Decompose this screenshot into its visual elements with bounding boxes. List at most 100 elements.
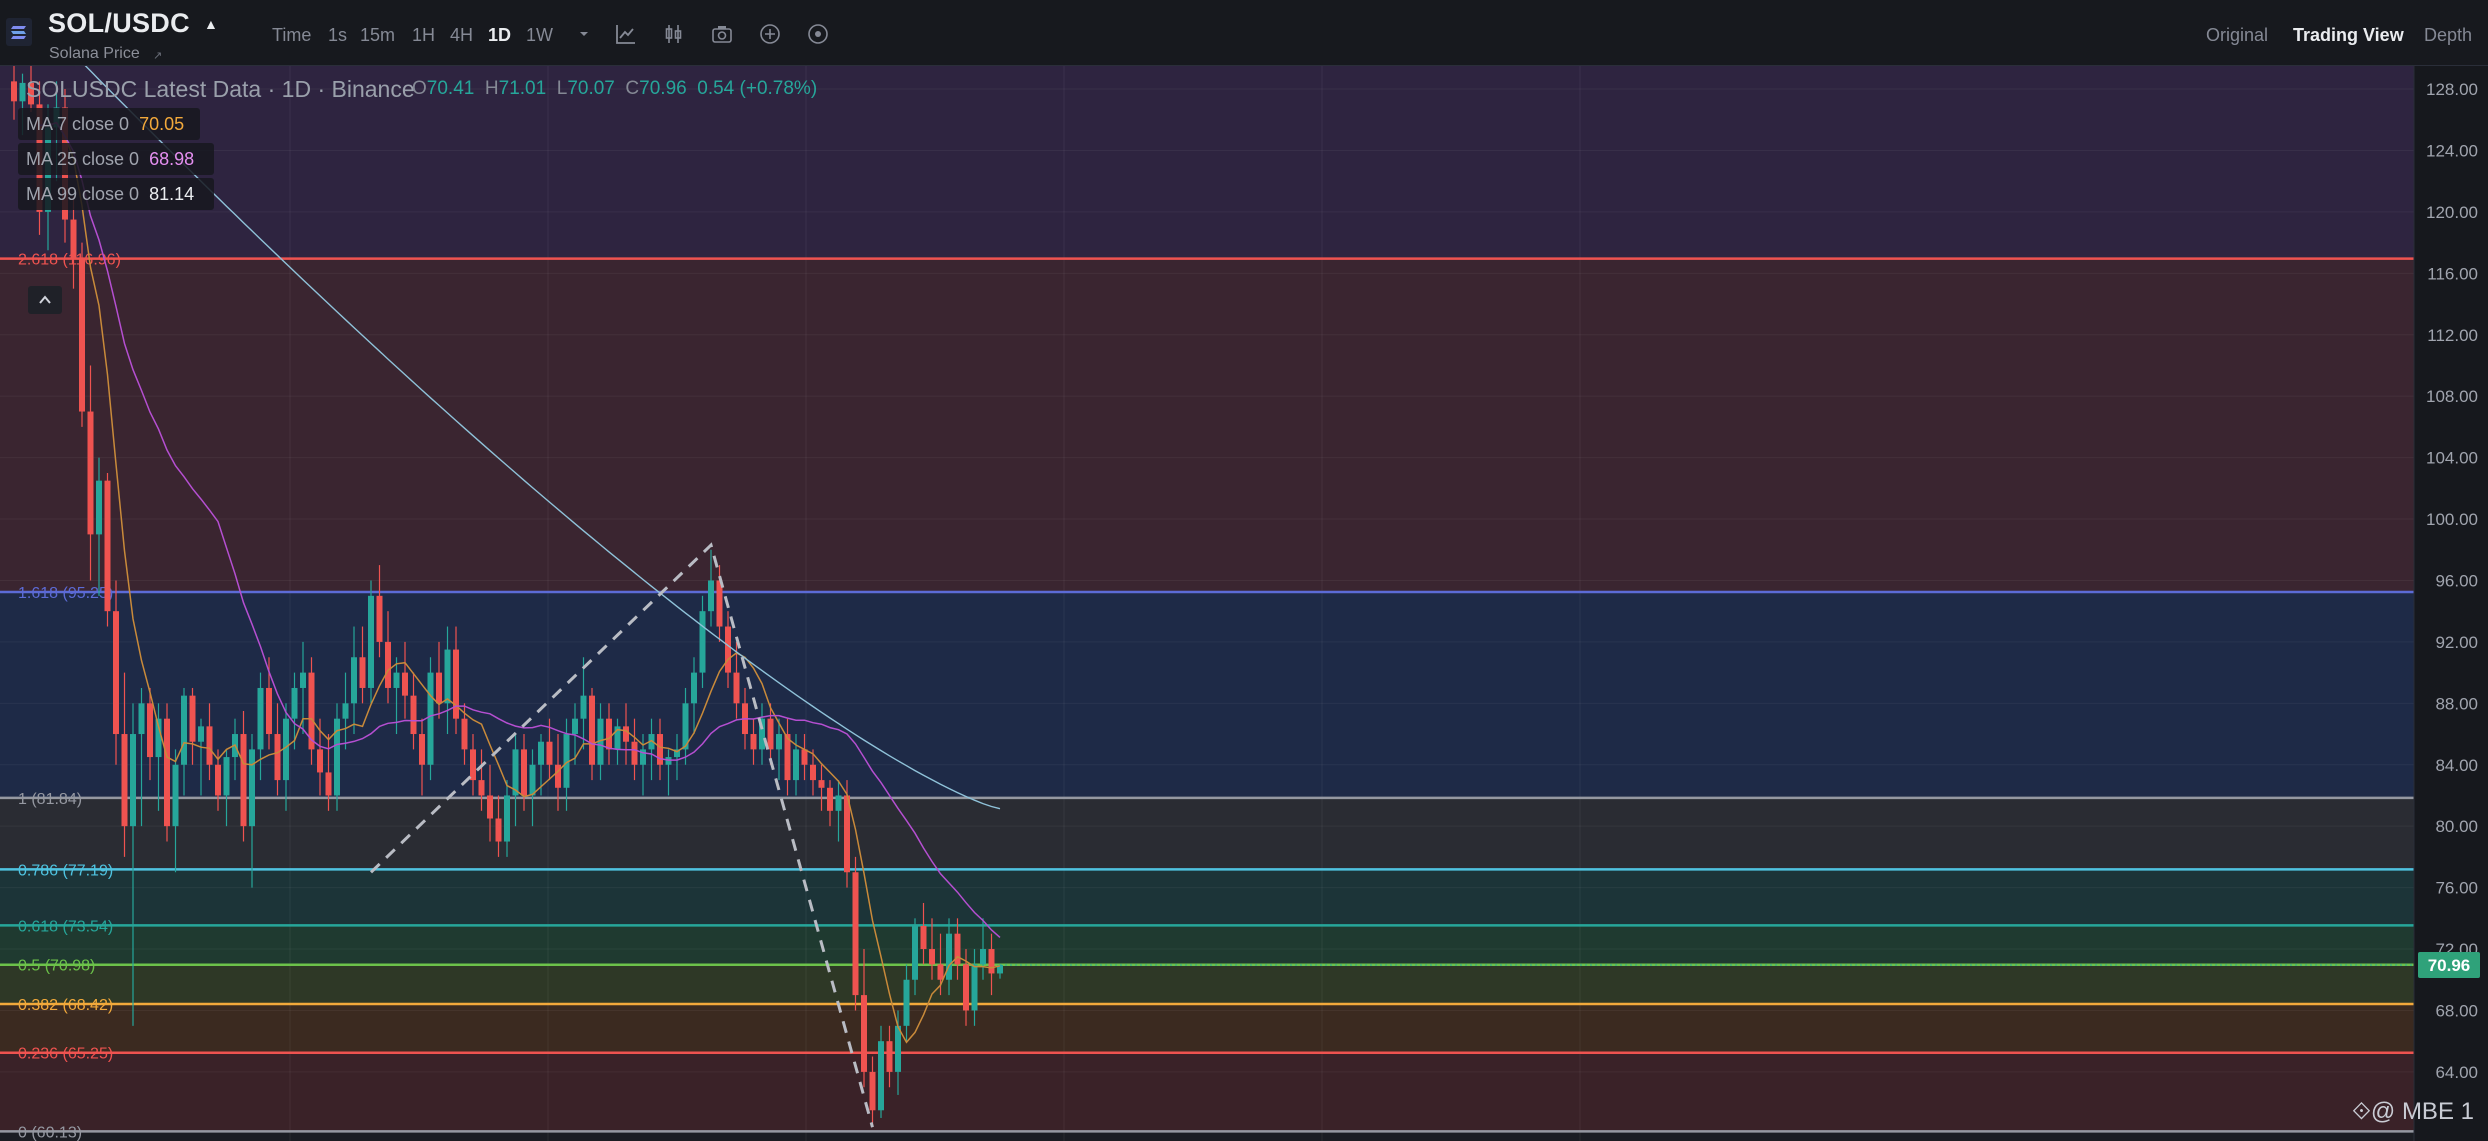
candle-body-20 [181, 695, 187, 765]
top-toolbar: SOL/USDC ▲ Solana Price ↗ Time 1s 15m 1H 4H 1… [0, 0, 2488, 66]
candle-body-11 [104, 480, 111, 612]
fib-label-7: 0.236 (65.25) [18, 1046, 113, 1063]
caret-up-icon[interactable]: ▲ [204, 16, 218, 32]
solana-logo-icon[interactable] [6, 18, 32, 46]
settings-circle-icon[interactable] [806, 22, 830, 46]
candle-body-63 [546, 741, 553, 765]
ohlc-low-label: L [556, 78, 568, 99]
candle-body-51 [444, 649, 451, 704]
candle-body-43 [376, 595, 383, 642]
candle-body-22 [198, 726, 204, 742]
legend-collapse-button[interactable] [28, 286, 62, 314]
candle-body-105 [903, 979, 910, 1026]
candle-type-icon[interactable] [662, 22, 686, 46]
candle-body-87 [750, 734, 757, 750]
candle-body-54 [470, 749, 476, 781]
ohlc-change: 0.54 (+0.78%) [697, 78, 818, 99]
view-tab-depth[interactable]: Depth [2424, 25, 2472, 46]
ma99-label: MA 99 close 0 [26, 184, 140, 204]
candle-body-46 [402, 672, 408, 696]
y-tick-label: 124.00 [2426, 141, 2478, 160]
candle-body-29 [257, 687, 264, 750]
candle-body-72 [623, 726, 629, 742]
candle-body-55 [478, 780, 485, 796]
ohlc-open: 70.41 [426, 78, 475, 99]
fib-label-6: 0.382 (68.42) [18, 997, 113, 1014]
indicator-chart-icon[interactable] [614, 22, 638, 46]
candle-body-37 [325, 772, 332, 796]
candle-body-80 [691, 672, 697, 704]
view-tab-original[interactable]: Original [2206, 25, 2268, 46]
candle-body-107 [920, 926, 927, 950]
legend-title: SOLUSDC Latest Data · 1D · Binance [26, 76, 415, 102]
ohlc-high: 71.01 [498, 78, 547, 99]
ma7-legend[interactable]: MA 7 close 0 70.05 [26, 114, 184, 135]
candle-body-25 [223, 757, 230, 796]
candle-body-36 [317, 749, 323, 773]
candle-body-90 [776, 734, 782, 750]
symbol-title[interactable]: SOL/USDC [48, 8, 190, 39]
candle-body-31 [274, 734, 281, 781]
candle-body-97 [835, 795, 842, 811]
interval-4h[interactable]: 4H [450, 25, 473, 46]
symbol-subtitle[interactable]: Solana Price [49, 45, 140, 63]
y-tick-label: 88.00 [2435, 694, 2478, 713]
candle-body-106 [912, 926, 918, 980]
candle-body-61 [529, 764, 536, 796]
candle-body-76 [657, 734, 663, 765]
fib-label-8: 0 (60.13) [18, 1124, 82, 1141]
candle-body-101 [869, 1071, 876, 1111]
y-tick-label: 84.00 [2435, 756, 2478, 775]
candle-body-48 [419, 734, 425, 765]
candle-body-18 [164, 718, 170, 827]
candle-body-16 [147, 703, 153, 758]
candle-body-84 [725, 626, 731, 673]
candle-body-40 [351, 657, 357, 704]
candle-body-0 [11, 81, 17, 102]
ohlc-close: 70.96 [639, 78, 687, 99]
ma25-label: MA 25 close 0 [26, 149, 140, 169]
interval-1d[interactable]: 1D [488, 25, 511, 46]
candle-body-41 [359, 657, 366, 688]
ma7-label: MA 7 close 0 [26, 114, 130, 134]
y-tick-label: 92.00 [2435, 633, 2478, 652]
candlestick-chart[interactable]: 2.618 (116.96)1.618 (95.25)1 (81.84)0.78… [0, 66, 2488, 1141]
ma99-value: 81.14 [149, 184, 195, 204]
interval-1h[interactable]: 1H [412, 25, 435, 46]
view-tab-trading-view[interactable]: Trading View [2293, 25, 2404, 46]
interval-1s[interactable]: 1s [328, 25, 347, 46]
link-arrow-icon[interactable]: ↗ [153, 49, 162, 62]
candle-body-103 [886, 1041, 893, 1072]
y-tick-label: 112.00 [2427, 326, 2478, 345]
candle-body-9 [87, 411, 94, 535]
interval-1w[interactable]: 1W [526, 25, 553, 46]
ma25-legend[interactable]: MA 25 close 0 68.98 [26, 149, 194, 170]
candle-body-1 [19, 82, 26, 102]
candle-body-15 [138, 703, 145, 735]
fib-zone-3 [0, 797, 2414, 870]
chevron-down-icon[interactable] [572, 22, 596, 46]
interval-15m[interactable]: 15m [360, 25, 395, 46]
fib-label-2: 1 (81.84) [18, 791, 82, 808]
last-price-tag: 70.96 [2428, 956, 2471, 975]
candle-body-73 [631, 741, 638, 765]
trading-app: SOL/USDC ▲ Solana Price ↗ Time 1s 15m 1H 4H 1… [0, 0, 2488, 1141]
candle-body-49 [427, 672, 434, 765]
candle-body-8 [79, 257, 85, 412]
interval-time[interactable]: Time [272, 25, 311, 46]
fib-label-4: 0.618 (73.54) [18, 918, 113, 935]
candle-body-115 [988, 949, 995, 974]
candle-body-39 [342, 703, 349, 719]
y-tick-label: 128.00 [2426, 80, 2478, 99]
candle-body-82 [708, 580, 714, 612]
candle-body-28 [249, 749, 255, 827]
ohlc-low: 70.07 [567, 78, 615, 99]
candle-body-53 [461, 718, 468, 750]
price-chart[interactable]: 2.618 (116.96) 1.618 (95.25) 1 (81.84) 0.78… [0, 66, 2488, 1141]
candle-body-100 [861, 995, 867, 1072]
candle-body-81 [699, 611, 706, 673]
ma99-legend[interactable]: MA 99 close 0 81.14 [26, 184, 194, 205]
y-tick-label: 100.00 [2426, 510, 2478, 529]
plus-circle-icon[interactable] [758, 22, 782, 46]
camera-icon[interactable] [710, 22, 734, 46]
